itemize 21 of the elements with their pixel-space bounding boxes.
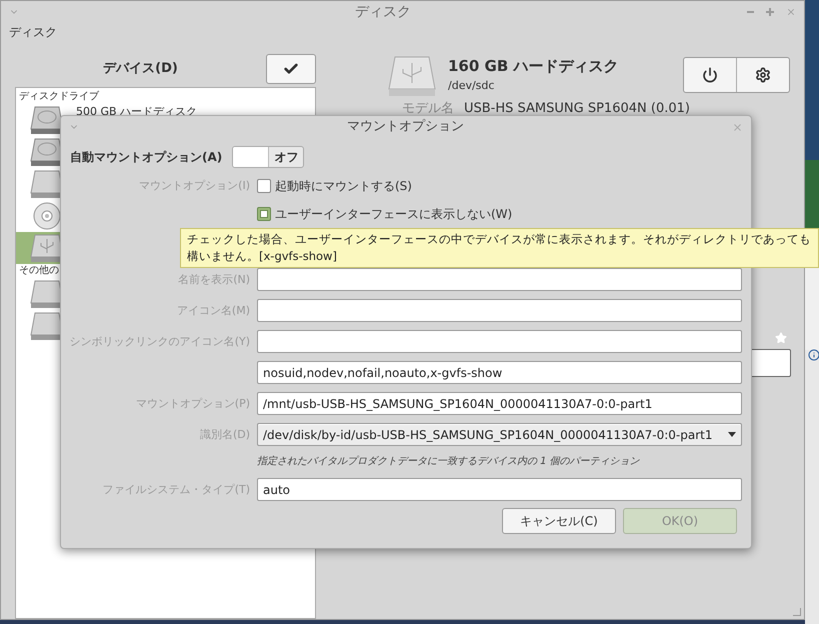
field-label: マウントオプション(P) bbox=[136, 396, 250, 412]
group-header: ディスクドライブ bbox=[18, 90, 100, 104]
disk-path: /dev/sdc bbox=[448, 78, 496, 94]
field-label: ファイルシステム・タイプ(T) bbox=[102, 482, 250, 498]
field-label: アイコン名(M) bbox=[176, 302, 250, 318]
model-label: モデル名 bbox=[402, 100, 454, 118]
field-label: 識別名(D) bbox=[200, 426, 250, 442]
field-label: 名前を表示(N) bbox=[178, 272, 250, 288]
field-label: シンボリックリンクのアイコン名(Y) bbox=[70, 334, 250, 350]
disk-title: 160 GB ハードディスク bbox=[448, 56, 619, 77]
model-value: USB-HS SAMSUNG SP1604N (0.01) bbox=[464, 100, 690, 118]
tooltip: チェックした場合、ユーザーインターフェースの中でデバイスが常に表示されます。それがディレクトリであっても構いません。[x-gvfs-show] bbox=[180, 228, 819, 268]
devices-label: デバイス(D) bbox=[103, 60, 178, 78]
field-hint: 指定されたバイタルプロダクトデータに一致するデバイス内の 1 個のパーティション bbox=[257, 454, 641, 469]
dialog-title: マウントオプション bbox=[347, 118, 464, 136]
checkbox-label: 起動時にマウントする(S) bbox=[275, 178, 412, 195]
group-header: その他の bbox=[18, 264, 60, 278]
checkbox-label: ユーザーインターフェースに表示しない(W) bbox=[275, 206, 512, 223]
field-label: マウントオプション(I) bbox=[138, 178, 250, 194]
window-title: ディスク bbox=[355, 2, 411, 22]
auto-mount-label: 自動マウントオプション(A) bbox=[70, 149, 222, 166]
